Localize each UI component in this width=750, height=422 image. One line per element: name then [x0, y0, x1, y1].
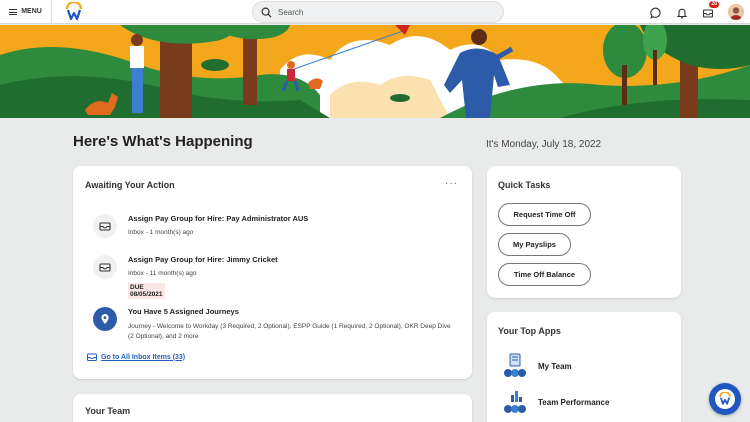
app-team-performance[interactable]: Team Performance [502, 389, 609, 415]
task-subtitle: Inbox - 1 month(s) ago [128, 229, 194, 236]
inbox-link-label[interactable]: Go to All Inbox Items (33) [101, 354, 185, 361]
due-date-badge: DUE 08/05/2021 [128, 283, 165, 299]
app-my-team[interactable]: My Team [502, 353, 572, 379]
request-time-off-button[interactable]: Request Time Off [498, 203, 591, 226]
current-date: It's Monday, July 18, 2022 [486, 139, 602, 150]
time-off-balance-button[interactable]: Time Off Balance [498, 263, 591, 286]
location-pin-icon [93, 307, 117, 331]
app-label[interactable]: Team Performance [538, 398, 609, 407]
page-title: Here's What's Happening [73, 133, 253, 150]
task-subtitle: Journey - Welcome to Workday (3 Required… [128, 323, 451, 340]
chat-icon[interactable] [650, 6, 662, 19]
app-label[interactable]: My Team [538, 362, 572, 371]
banner-illustration [0, 25, 750, 118]
inbox-task-icon [93, 255, 117, 279]
search-input[interactable] [278, 7, 478, 17]
your-team-card: Your Team [73, 394, 472, 422]
task-title[interactable]: Assign Pay Group for Hire: Jimmy Cricket [128, 255, 278, 264]
inbox-icon [87, 353, 97, 361]
search-bar[interactable] [252, 1, 504, 23]
task-subtitle: Inbox - 11 month(s) ago [128, 270, 197, 277]
workday-logo-icon[interactable] [64, 0, 84, 22]
notifications-bell-icon[interactable] [676, 6, 688, 19]
top-icons: 20 [650, 1, 744, 22]
more-options-icon[interactable]: ··· [445, 178, 458, 189]
top-bar: MENU 20 [0, 0, 750, 24]
inbox-task-icon [93, 214, 117, 238]
your-team-title: Your Team [85, 406, 131, 416]
inbox-badge: 20 [709, 1, 719, 8]
quick-tasks-card: Quick Tasks Request Time Off My Payslips… [487, 166, 681, 298]
menu-button[interactable]: MENU [0, 0, 52, 24]
welcome-banner [0, 25, 750, 118]
assistant-button[interactable] [709, 383, 741, 415]
my-payslips-button[interactable]: My Payslips [498, 233, 571, 256]
hamburger-icon [9, 8, 18, 15]
my-team-icon [504, 353, 526, 377]
avatar[interactable] [728, 4, 744, 20]
task-title[interactable]: Assign Pay Group for Hire: Pay Administr… [128, 214, 308, 223]
awaiting-action-title: Awaiting Your Action [85, 180, 175, 190]
task-title[interactable]: You Have 5 Assigned Journeys [128, 307, 239, 316]
workday-assistant-icon [715, 389, 735, 409]
inbox-icon[interactable]: 20 [702, 1, 719, 18]
top-apps-title: Your Top Apps [498, 326, 561, 336]
go-to-inbox-link[interactable]: Go to All Inbox Items (33) [87, 353, 185, 361]
team-performance-icon [504, 391, 526, 413]
top-apps-card: Your Top Apps My Team Team Performance [487, 312, 681, 422]
menu-label: MENU [21, 8, 42, 15]
quick-tasks-title: Quick Tasks [498, 180, 551, 190]
awaiting-action-card: Awaiting Your Action ··· Assign Pay Grou… [73, 166, 472, 379]
search-icon [261, 7, 272, 18]
